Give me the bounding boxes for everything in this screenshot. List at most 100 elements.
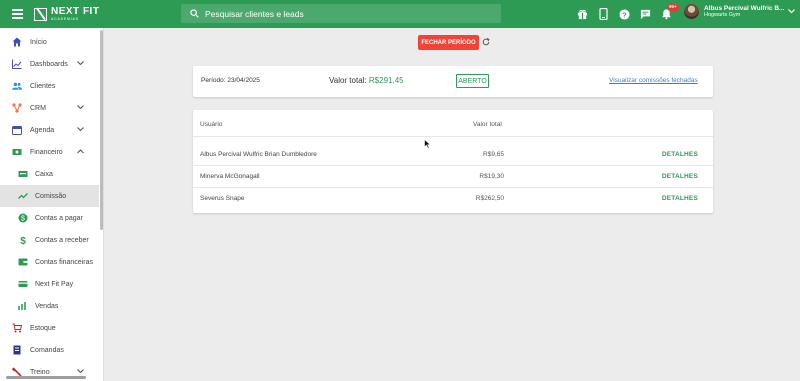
sidebar-item-label: Treino [30,368,50,376]
wallet-icon [18,258,28,266]
sales-icon [18,302,26,310]
view-closed-commissions-link[interactable]: Visualizar comissões fechadas [609,77,698,84]
row-user-name: Minerva McGonagall [200,173,260,180]
chevron-down-icon[interactable] [77,369,84,374]
sidebar-scrollbar[interactable] [100,30,103,230]
sidebar-item-contas-a-receber[interactable]: $ Contas a receber [0,229,99,251]
coin-icon: $ [18,213,28,223]
people-icon [12,82,22,90]
cart-icon [12,323,22,333]
sidebar-item-crm[interactable]: CRM [0,97,99,119]
avatar[interactable] [684,4,699,19]
column-header-usuario: Usuário [200,121,223,128]
trend-icon [18,193,28,199]
sidebar-item-label: Caixa [35,170,53,178]
sidebar-item-label: Financeiro [30,148,63,156]
details-button[interactable]: DETALHES [662,173,698,180]
total-value: Valor total: R$291,45 [329,76,404,85]
card-icon [18,281,28,287]
bell-icon[interactable]: 99+ [659,4,679,21]
sidebar-item-label: Contas a pagar [35,214,83,222]
search-input[interactable] [205,8,485,19]
sidebar-item-inicio[interactable]: Início [0,31,99,53]
period-label: Período: 23/04/2025 [201,77,260,84]
row-user-name: Albus Percival Wulfric Brian Dumbledore [200,151,317,158]
svg-text:$: $ [21,216,25,223]
sidebar-item-label: Clientes [30,82,56,90]
details-button[interactable]: DETALHES [662,195,698,202]
user-menu[interactable]: Albus Percival Wulfric B... Hogwarts Gym [684,4,796,19]
sidebar-item-label: Dashboards [30,60,68,68]
logo[interactable]: NEXT FIT ACADEMIAS [34,6,99,22]
sidebar-item-label: Estoque [30,324,56,332]
commission-table: Usuário Valor total Albus Percival Wulfr… [193,110,713,213]
sidebar-item-agenda[interactable]: Agenda [0,119,99,141]
chevron-down-icon[interactable] [77,61,84,66]
logo-sub-text: ACADEMIAS [51,16,79,21]
sidebar: Início Dashboards Clientes CRM Agenda Fi… [0,28,104,381]
refresh-icon[interactable] [482,38,490,46]
sidebar-item-estoque[interactable]: Estoque [0,317,99,339]
sidebar-item-clientes[interactable]: Clientes [0,75,99,97]
sidebar-item-caixa[interactable]: Caixa [0,163,99,185]
sidebar-item-vendas[interactable]: Vendas [0,295,99,317]
mouse-cursor-icon [424,139,431,149]
row-value: R$19,30 [479,173,504,180]
crm-icon [12,103,22,113]
table-row: Severus Snape R$262,50 DETALHES [193,188,713,210]
sidebar-item-label: Contas financeiras [35,258,93,266]
chevron-down-icon[interactable] [77,105,84,110]
row-value: R$262,50 [475,195,504,202]
logo-main-text: NEXT FIT [51,5,100,17]
sidebar-item-financeiro[interactable]: Financeiro [0,141,99,163]
user-gym: Hogwarts Gym [704,12,741,19]
divider [193,136,713,137]
home-icon [12,37,22,47]
status-badge: ABERTO [456,74,489,88]
notification-badge: 99+ [667,4,679,11]
chat-icon[interactable] [638,7,652,21]
svg-text:$: $ [20,236,26,245]
chevron-up-icon[interactable] [77,149,84,154]
sidebar-item-dashboards[interactable]: Dashboards [0,53,99,75]
details-button[interactable]: DETALHES [662,151,698,158]
sidebar-item-comandas[interactable]: Comandas [0,339,99,361]
total-value-amount: R$291,45 [368,76,404,85]
gift-icon[interactable] [575,7,589,21]
search-bar[interactable] [181,4,501,23]
cash-icon [18,171,28,177]
close-period-button[interactable]: FECHAR PERÍODO [418,35,479,50]
menu-icon[interactable] [12,9,23,19]
receipt-icon [13,345,21,355]
sidebar-item-label: CRM [30,104,46,112]
chevron-down-icon[interactable] [788,9,796,14]
calendar-icon [12,126,22,135]
sidebar-horizontal-scrollbar[interactable] [6,376,86,379]
money-icon [12,149,22,155]
sidebar-item-comissao[interactable]: Comissão [0,185,99,207]
chart-icon [12,59,22,69]
chevron-down-icon[interactable] [77,127,84,132]
sidebar-item-label: Comandas [30,346,64,354]
sidebar-item-label: Contas a receber [35,236,89,244]
help-icon[interactable]: ? [617,7,631,21]
search-icon [190,9,199,18]
total-value-label: Valor total: [329,76,367,85]
sidebar-item-label: Agenda [30,126,55,134]
svg-text:?: ? [622,10,627,19]
sidebar-item-next-fit-pay[interactable]: Next Fit Pay [0,273,99,295]
sidebar-item-contas-financeiras[interactable]: Contas financeiras [0,251,99,273]
logo-mark [34,7,47,21]
row-user-name: Severus Snape [200,195,245,202]
sidebar-item-label: Início [30,38,47,46]
column-header-valor-total: Valor total [473,121,502,128]
table-row: Albus Percival Wulfric Brian Dumbledore … [193,144,713,166]
dollar-icon: $ [20,236,26,245]
top-bar: NEXT FIT ACADEMIAS ? 99+ Albus Percival … [0,0,800,28]
mobile-icon[interactable] [596,7,610,21]
table-row: Minerva McGonagall R$19,30 DETALHES [193,166,713,188]
sidebar-item-contas-a-pagar[interactable]: $ Contas a pagar [0,207,99,229]
summary-card: Período: 23/04/2025 Valor total: R$291,4… [193,66,713,97]
sidebar-item-label: Comissão [35,192,67,200]
user-name: Albus Percival Wulfric B... [704,4,785,12]
